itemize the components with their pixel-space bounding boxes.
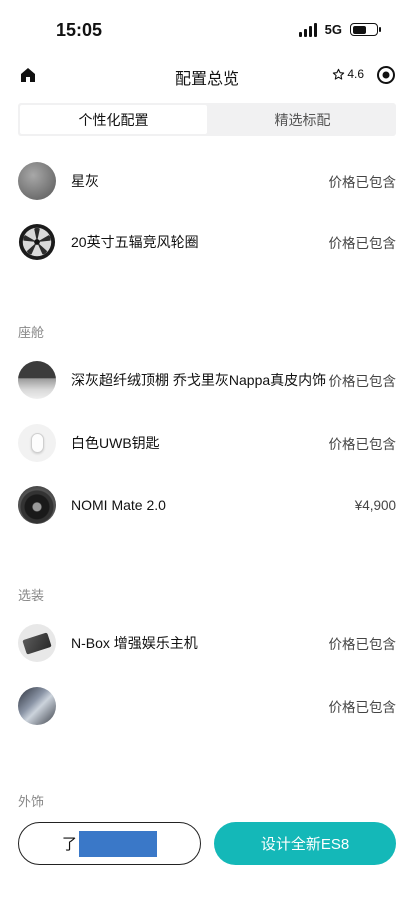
item-price: 价格已包含 [328,175,397,190]
config-tabs: 个性化配置 精选标配 [18,103,396,136]
battery-icon [350,23,381,36]
list-item-nomi[interactable]: NOMI Mate 2.0 ¥4,900 [18,485,396,525]
list-item-paint[interactable]: 星灰 价格已包含 [18,161,396,201]
bottom-action-bar: 了 设计全新ES8 [0,815,414,875]
section-title-exterior: 外饰 [18,794,45,809]
record-icon[interactable] [376,65,396,85]
tab-personalized[interactable]: 个性化配置 [20,105,207,134]
item-name: 深灰超纤绒顶棚 乔戈里灰Nappa真皮内饰 [71,372,327,388]
list-item-key[interactable]: 白色UWB钥匙 价格已包含 [18,423,396,463]
interior-thumbnail [18,361,56,399]
key-thumbnail [18,424,56,462]
item-name: NOMI Mate 2.0 [71,497,166,513]
item-price: 价格已包含 [328,236,397,251]
item-price: 价格已包含 [328,700,397,715]
secondary-action-label: 了 [61,836,77,853]
item-price: 价格已包含 [328,637,397,652]
item-price: 价格已包含 [328,437,397,452]
item-price: 价格已包含 [328,374,397,389]
paint-swatch-thumbnail [18,162,56,200]
item-name: 白色UWB钥匙 [71,435,160,451]
secondary-action-button[interactable]: 了 [18,822,201,865]
nbox-thumbnail [18,624,56,662]
item-price: ¥4,900 [354,497,396,513]
battery-level [352,25,367,34]
item-name: N-Box 增强娱乐主机 [71,635,198,651]
rating-button[interactable]: 4.6 [332,67,364,81]
list-item-nbox[interactable]: N-Box 增强娱乐主机 价格已包含 [18,623,396,663]
design-es8-button[interactable]: 设计全新ES8 [214,822,396,865]
accessory-thumbnail [18,687,56,725]
item-name: 星灰 [71,173,99,189]
status-bar: 15:05 5G [0,0,414,58]
nav-bar: 配置总览 4.6 [0,58,414,92]
network-label: 5G [324,22,342,37]
tab-featured-standard[interactable]: 精选标配 [209,103,396,136]
list-item-accessory[interactable]: 价格已包含 [18,686,396,726]
wheel-thumbnail [18,223,56,261]
rating-value: 4.6 [347,67,364,81]
redacted-block [79,830,157,857]
list-item-wheels[interactable]: 20英寸五辐竞风轮圈 价格已包含 [18,222,396,262]
status-time: 15:05 [56,20,103,40]
nomi-thumbnail [18,486,56,524]
signal-icon [298,22,317,37]
list-item-interior[interactable]: 深灰超纤绒顶棚 乔戈里灰Nappa真皮内饰 价格已包含 [18,360,396,400]
section-title-options: 选装 [18,588,45,603]
star-outline-icon [333,68,345,80]
status-indicators: 5G [298,22,381,37]
item-name: 20英寸五辐竞风轮圈 [71,234,199,250]
section-title-cabin: 座舱 [18,325,45,340]
